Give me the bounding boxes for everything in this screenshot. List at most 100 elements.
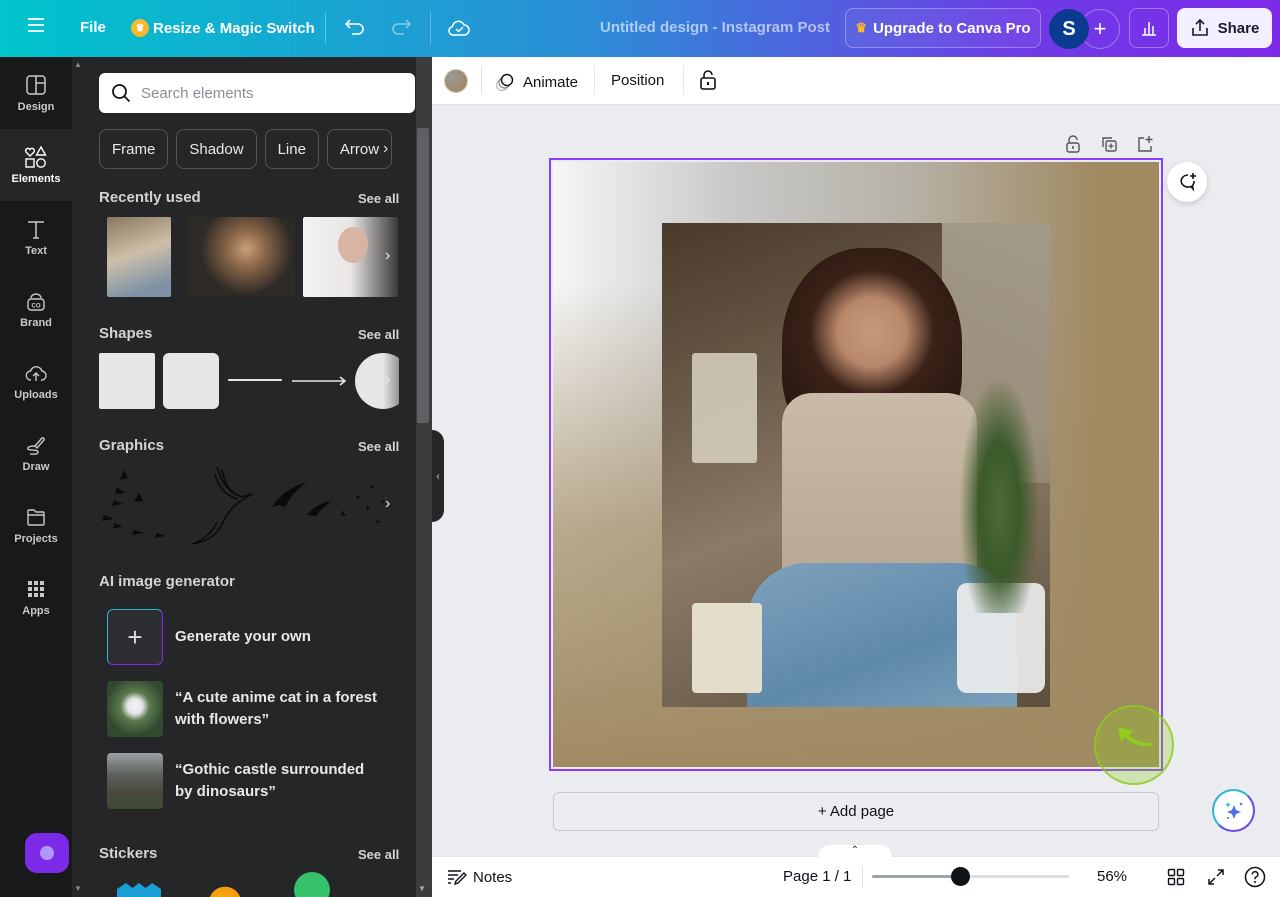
design-title[interactable]: Untitled design - Instagram Post [600, 19, 830, 36]
arrow-shape[interactable] [292, 374, 348, 386]
notes-button[interactable]: Notes [447, 868, 512, 886]
recent-image-thumbnail[interactable] [107, 217, 171, 297]
cloud-upload-icon [24, 361, 48, 385]
expand-pages-button[interactable]: ⌃ [818, 845, 892, 859]
duplicate-page-button[interactable] [1099, 134, 1119, 154]
divider [683, 66, 684, 94]
page-indicator[interactable]: Page 1 / 1 [783, 868, 851, 885]
ai-prompt-castle[interactable]: “Gothic castle surrounded by dinosaurs” [107, 753, 385, 809]
add-page-button[interactable]: + Add page [553, 792, 1159, 831]
search-elements-input[interactable] [141, 84, 391, 102]
scroll-down-arrow-icon[interactable]: ▼ [418, 884, 426, 893]
flying-birds-graphic[interactable] [272, 465, 397, 545]
panel-scroll-thumb[interactable] [417, 128, 429, 423]
add-page-top-button[interactable] [1135, 134, 1155, 154]
circle-shape[interactable] [355, 353, 399, 409]
scroll-down-arrow-icon[interactable]: ▼ [74, 884, 82, 893]
lock-button[interactable] [698, 69, 718, 91]
redo-button[interactable] [390, 17, 412, 37]
rail-item-text[interactable]: Text [0, 201, 72, 273]
square-shape[interactable] [99, 353, 155, 409]
save-status-button[interactable] [447, 17, 471, 39]
rail-item-design[interactable]: Design [0, 57, 72, 129]
search-icon [112, 84, 131, 103]
unlock-icon [1066, 135, 1080, 153]
share-button[interactable]: Share [1177, 8, 1272, 48]
help-icon [1244, 866, 1266, 888]
rail-item-apps[interactable]: Apps [0, 561, 72, 633]
rail-item-elements[interactable]: Elements [0, 129, 72, 201]
rail-item-uploads[interactable]: Uploads [0, 345, 72, 417]
resize-label: Resize & Magic Switch [153, 19, 315, 37]
layout-icon [24, 73, 48, 97]
chevron-left-icon: ‹ [436, 470, 440, 482]
insights-button[interactable] [1129, 8, 1169, 48]
chevron-right-icon[interactable]: › [385, 495, 390, 513]
chevron-up-icon: ⌃ [850, 845, 860, 856]
recent-image-thumbnail[interactable] [303, 217, 398, 297]
zoom-slider-fill [872, 875, 961, 878]
zoom-percentage[interactable]: 56% [1097, 868, 1127, 885]
background-color-swatch[interactable] [444, 69, 468, 93]
zoom-slider[interactable] [872, 875, 1069, 878]
recent-image-thumbnail[interactable] [187, 217, 295, 297]
divider [325, 12, 326, 44]
chevron-right-icon[interactable]: › [385, 247, 390, 265]
cloud-check-icon [448, 20, 470, 36]
rail-item-draw[interactable]: Draw [0, 417, 72, 489]
scroll-up-arrow-icon[interactable]: ▲ [74, 60, 82, 69]
see-all-shapes[interactable]: See all [358, 327, 399, 342]
magic-media-button[interactable] [25, 833, 69, 873]
file-menu-button[interactable]: File [80, 19, 106, 36]
add-comment-button[interactable] [1167, 162, 1207, 202]
animate-button[interactable]: Animate [495, 72, 578, 92]
section-title-ai-generator: AI image generator [99, 573, 235, 590]
ai-generate-own[interactable]: + Generate your own [107, 609, 385, 665]
text-icon [24, 217, 48, 241]
ai-prompt-cat[interactable]: “A cute anime cat in a forest with flowe… [107, 681, 385, 737]
see-all-recently-used[interactable]: See all [358, 191, 399, 206]
rail-label: Elements [11, 173, 61, 185]
position-button[interactable]: Position [611, 72, 664, 89]
bottom-bar [432, 856, 1280, 897]
hummingbird-graphic[interactable] [187, 465, 267, 545]
chevron-right-icon[interactable]: › [383, 129, 403, 169]
birds-flock-graphic[interactable] [99, 465, 179, 545]
search-bar[interactable] [99, 73, 415, 113]
cursor-highlight [1094, 705, 1174, 785]
main-menu-button[interactable] [27, 17, 45, 33]
rounded-square-shape[interactable] [163, 353, 219, 409]
sticker-thumbnail[interactable] [117, 883, 161, 897]
resize-button[interactable]: ♛ Resize & Magic Switch [131, 19, 315, 37]
folder-icon [24, 505, 48, 529]
rail-item-brand[interactable]: CO Brand [0, 273, 72, 345]
chevron-right-icon[interactable]: › [385, 371, 390, 389]
see-all-stickers[interactable]: See all [358, 847, 399, 862]
expand-icon [1208, 869, 1224, 885]
chip-frame[interactable]: Frame [99, 129, 169, 169]
undo-button[interactable] [344, 17, 366, 37]
rail-item-projects[interactable]: Projects [0, 489, 72, 561]
user-avatar[interactable]: S [1049, 9, 1089, 49]
lock-page-button[interactable] [1063, 134, 1083, 154]
chip-shadow[interactable]: Shadow [176, 129, 257, 169]
brand-icon: CO [24, 289, 48, 313]
zoom-slider-thumb[interactable] [951, 867, 971, 886]
chip-line[interactable]: Line [264, 129, 319, 169]
canvas-photo[interactable] [662, 223, 1050, 707]
magic-assistant-button[interactable] [1212, 789, 1255, 832]
line-shape[interactable] [228, 379, 282, 381]
sticker-thumbnail[interactable] [207, 883, 243, 897]
grid-view-button[interactable] [1165, 866, 1187, 888]
rail-label: Apps [22, 605, 50, 617]
help-button[interactable] [1244, 866, 1266, 888]
collapse-panel-button[interactable]: ‹ [432, 430, 444, 522]
see-all-graphics[interactable]: See all [358, 439, 399, 454]
upgrade-pro-button[interactable]: ♛ Upgrade to Canva Pro [845, 8, 1041, 48]
notes-label: Notes [473, 868, 513, 886]
duplicate-icon [1102, 137, 1117, 152]
fullscreen-button[interactable] [1205, 866, 1227, 888]
record-dot-icon [40, 846, 54, 860]
sticker-thumbnail[interactable] [277, 872, 347, 897]
animate-label: Animate [523, 73, 579, 91]
